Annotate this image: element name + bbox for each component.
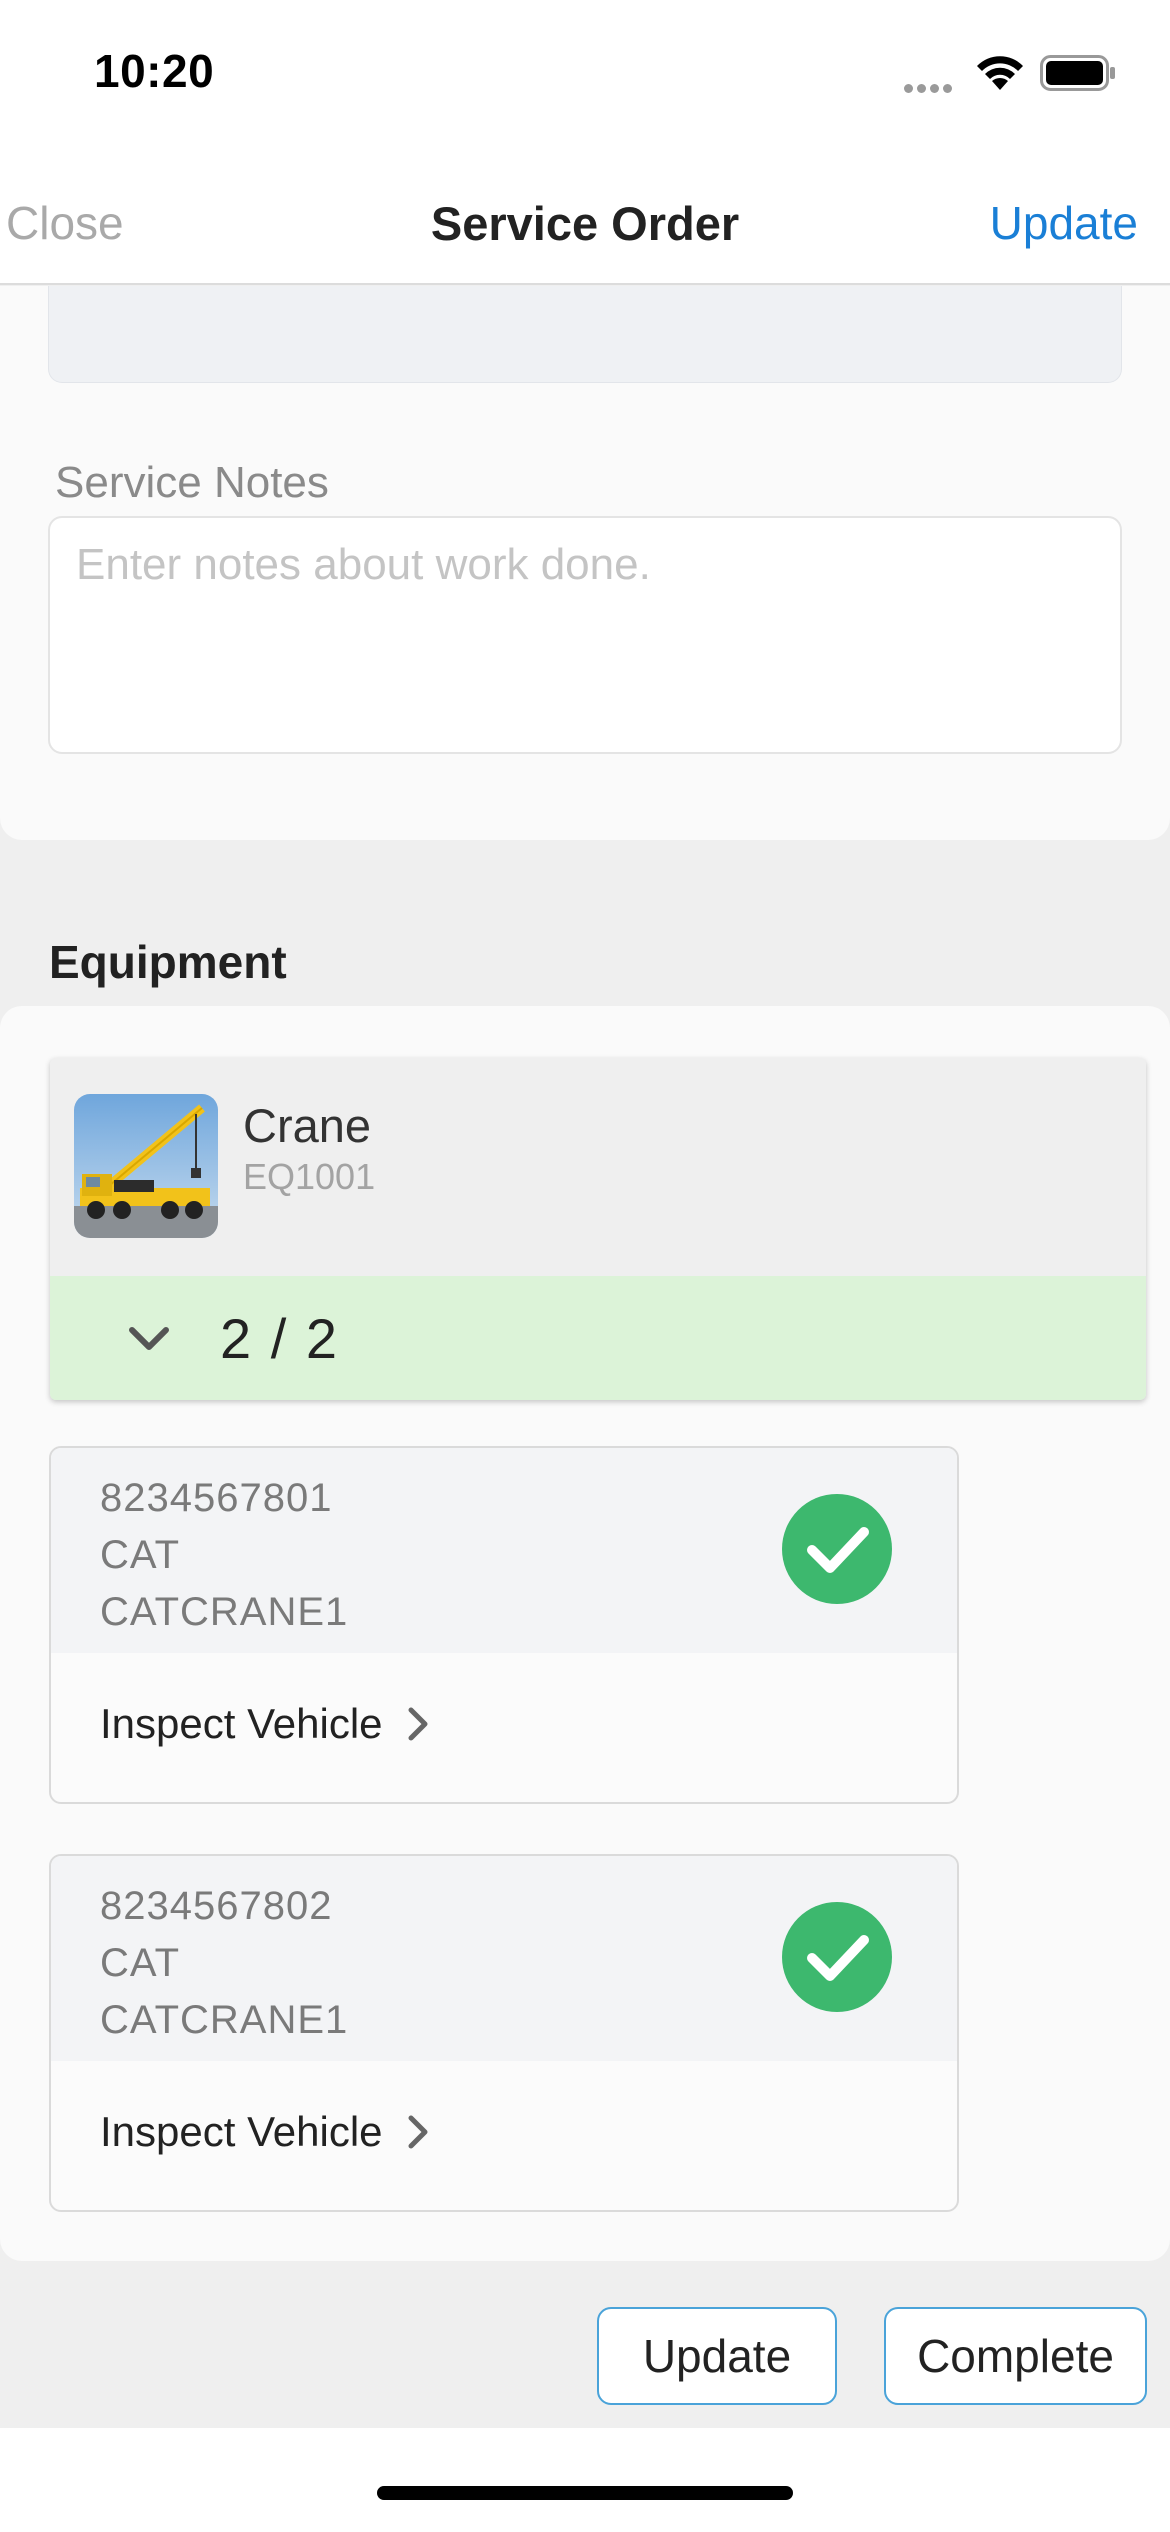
equipment-item-card: 8234567802 CAT CATCRANE1 Inspect Vehicle bbox=[49, 1854, 959, 2212]
item-make: CAT bbox=[100, 1941, 181, 1985]
chevron-right-icon bbox=[408, 2115, 428, 2149]
battery-icon bbox=[1040, 55, 1115, 91]
equipment-item-details: 8234567801 CAT CATCRANE1 bbox=[51, 1448, 957, 1653]
item-model: CATCRANE1 bbox=[100, 1590, 349, 1634]
chevron-right-icon bbox=[408, 1707, 428, 1741]
wifi-icon bbox=[977, 56, 1023, 90]
equipment-card: Crane EQ1001 2 / 2 8234567801 CAT CATCRA… bbox=[0, 1006, 1170, 2261]
service-form-card: Service Notes bbox=[0, 286, 1170, 840]
equipment-item-card: 8234567801 CAT CATCRANE1 Inspect Vehicle bbox=[49, 1446, 959, 1804]
check-circle-icon bbox=[782, 1494, 892, 1604]
equipment-name: Crane bbox=[243, 1099, 372, 1152]
update-button[interactable]: Update bbox=[597, 2307, 837, 2405]
equipment-item-details: 8234567802 CAT CATCRANE1 bbox=[51, 1856, 957, 2061]
equipment-section-title: Equipment bbox=[49, 936, 287, 988]
crane-photo-icon bbox=[74, 1094, 218, 1238]
item-model: CATCRANE1 bbox=[100, 1998, 349, 2042]
complete-button[interactable]: Complete bbox=[884, 2307, 1147, 2405]
home-indicator[interactable] bbox=[377, 2486, 793, 2500]
equipment-progress-bar[interactable]: 2 / 2 bbox=[50, 1276, 1146, 1400]
status-bar: 10:20 bbox=[0, 0, 1170, 150]
previous-field-input[interactable] bbox=[48, 286, 1122, 383]
nav-update-button[interactable]: Update bbox=[990, 196, 1138, 250]
progress-count: 2 / 2 bbox=[220, 1307, 339, 1370]
status-time: 10:20 bbox=[94, 45, 215, 97]
equipment-header[interactable]: Crane EQ1001 2 / 2 bbox=[50, 1058, 1146, 1400]
check-circle-icon bbox=[782, 1902, 892, 2012]
chevron-down-icon[interactable] bbox=[126, 1316, 172, 1362]
item-make: CAT bbox=[100, 1533, 181, 1577]
equipment-code: EQ1001 bbox=[243, 1156, 376, 1197]
close-button[interactable]: Close bbox=[6, 196, 124, 250]
inspect-vehicle-link[interactable]: Inspect Vehicle bbox=[100, 2108, 433, 2156]
home-indicator-area bbox=[0, 2428, 1170, 2532]
item-serial: 8234567802 bbox=[100, 1884, 333, 1928]
item-serial: 8234567801 bbox=[100, 1476, 333, 1520]
service-notes-label: Service Notes bbox=[55, 458, 329, 507]
navigation-bar: Close Service Order Update bbox=[0, 150, 1170, 285]
service-notes-input[interactable] bbox=[48, 516, 1122, 754]
inspect-vehicle-link[interactable]: Inspect Vehicle bbox=[100, 1700, 433, 1748]
inspect-vehicle-label: Inspect Vehicle bbox=[100, 2108, 383, 2155]
cellular-signal-icon bbox=[904, 80, 956, 98]
inspect-vehicle-label: Inspect Vehicle bbox=[100, 1700, 383, 1747]
